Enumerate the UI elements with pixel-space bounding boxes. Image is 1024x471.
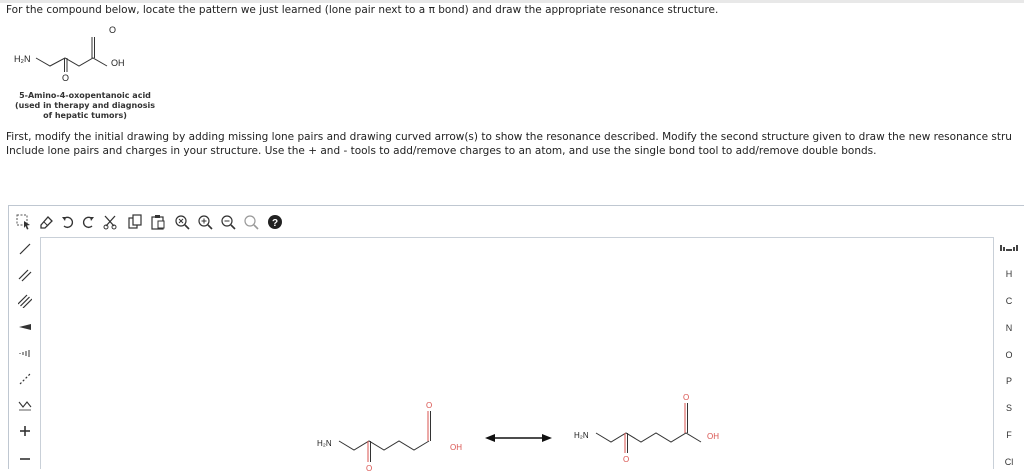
hydroxyl-label: OH <box>111 58 125 68</box>
svg-text:?: ? <box>272 218 278 229</box>
zoom-out-icon[interactable] <box>219 213 237 231</box>
single-bond-icon[interactable] <box>15 239 35 259</box>
oxygen-label-top: O <box>109 25 116 35</box>
right-hydroxyl-label: OH <box>707 432 719 441</box>
undo-icon[interactable] <box>59 213 77 231</box>
double-bond-icon[interactable] <box>15 265 35 285</box>
drawing-editor: ? H₂N O O OH H₂N O O OH H C N O P S F Cl <box>8 205 1024 471</box>
instruction-line-2: Include lone pairs and charges in your s… <box>6 145 877 157</box>
element-f[interactable]: F <box>1000 430 1018 440</box>
zoom-in-icon[interactable] <box>196 213 214 231</box>
amine-label: H₂N <box>14 54 31 64</box>
chain-icon[interactable] <box>15 395 35 415</box>
minus-charge-icon[interactable] <box>15 447 35 467</box>
left-ketone-oxygen-label: O <box>366 464 372 471</box>
left-amine-label: H₂N <box>317 439 332 448</box>
paste-icon[interactable] <box>149 213 167 231</box>
element-s[interactable]: S <box>1000 403 1018 413</box>
cut-icon[interactable] <box>101 213 119 231</box>
eraser-icon[interactable] <box>37 213 55 231</box>
drawing-canvas[interactable]: H₂N O O OH H₂N O O OH <box>40 237 994 471</box>
plus-charge-icon[interactable] <box>15 421 35 441</box>
top-divider <box>0 0 1024 3</box>
element-p[interactable]: P <box>1000 376 1018 386</box>
element-o[interactable]: O <box>1000 350 1018 360</box>
question-prompt: For the compound below, locate the patte… <box>6 4 719 16</box>
zoom-reset-icon[interactable] <box>242 213 260 231</box>
hash-bond-icon[interactable] <box>15 343 35 363</box>
molecule-name: 5-Amino-4-oxopentanoic acid <box>19 91 151 100</box>
element-n[interactable]: N <box>1000 323 1018 333</box>
right-ketone-oxygen-label: O <box>623 455 629 464</box>
help-icon[interactable]: ? <box>266 213 284 231</box>
left-acid-oxygen-label: O <box>426 401 432 410</box>
instruction-line-1: First, modify the initial drawing by add… <box>6 131 1012 143</box>
left-hydroxyl-label: OH <box>450 443 462 452</box>
dashed-bond-icon[interactable] <box>15 369 35 389</box>
redo-icon[interactable] <box>79 213 97 231</box>
periodic-table-icon[interactable] <box>1000 243 1018 255</box>
molecule-use-line1: (used in therapy and diagnosis <box>15 101 155 110</box>
molecule-figure: H₂N OH O O <box>14 25 125 83</box>
molecule-use-line2: of hepatic tumors) <box>43 111 127 120</box>
element-toolbar: H C N O P S F Cl <box>994 237 1024 469</box>
right-acid-oxygen-label: O <box>683 393 689 402</box>
right-amine-label: H₂N <box>574 431 589 440</box>
element-c[interactable]: C <box>1000 296 1018 306</box>
triple-bond-icon[interactable] <box>15 291 35 311</box>
canvas-structures: H₂N O O OH H₂N O O OH <box>317 393 719 471</box>
oxygen-label-bottom: O <box>62 73 69 83</box>
bond-toolbar <box>10 237 40 469</box>
select-tool-icon[interactable] <box>15 213 33 231</box>
element-h[interactable]: H <box>1000 269 1018 279</box>
editor-toolbar: ? <box>10 207 1024 237</box>
copy-icon[interactable] <box>126 213 144 231</box>
zoom-fit-icon[interactable] <box>173 213 191 231</box>
element-cl[interactable]: Cl <box>1000 457 1018 467</box>
wedge-bond-icon[interactable] <box>15 317 35 337</box>
